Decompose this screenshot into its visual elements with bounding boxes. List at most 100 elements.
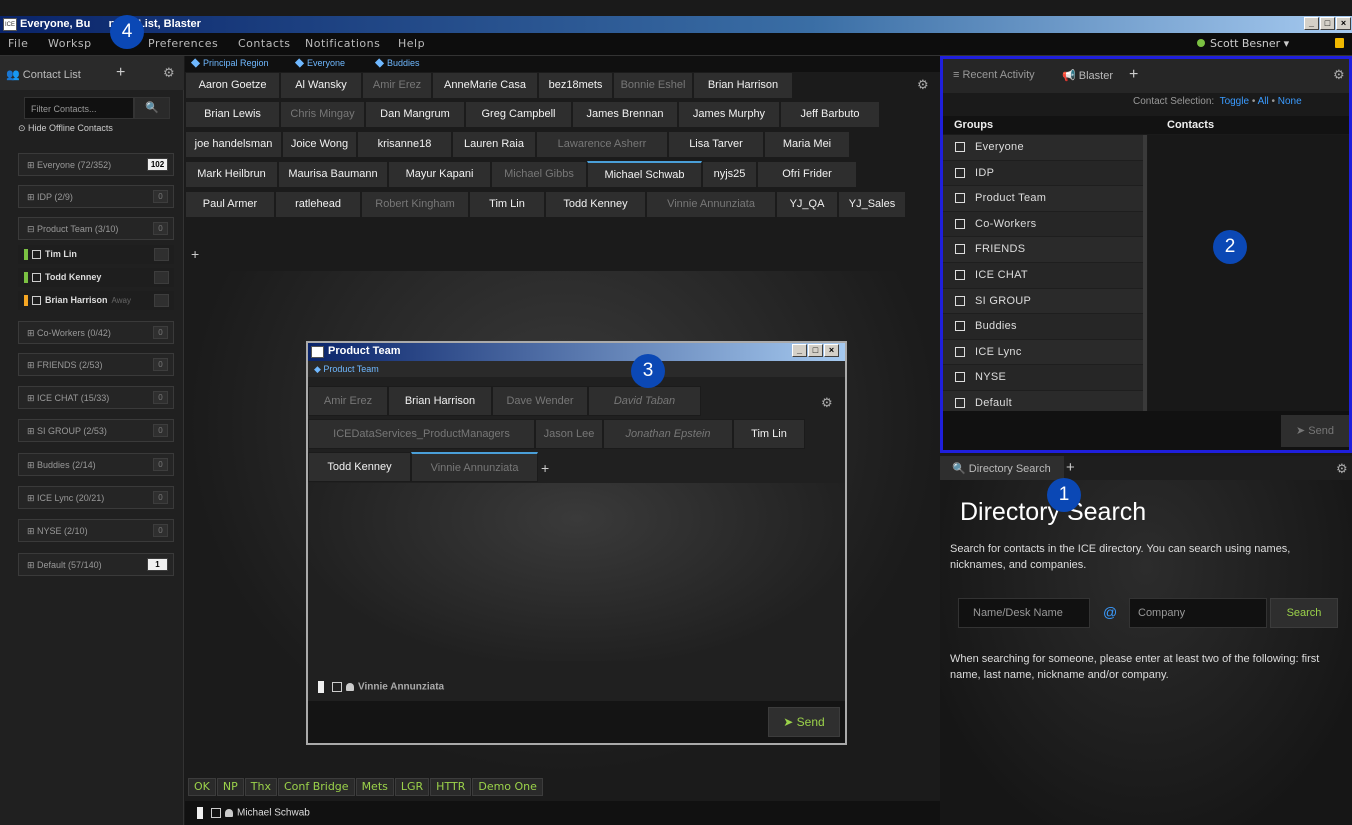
maximize-button[interactable]: □	[1320, 17, 1335, 30]
gear-icon[interactable]: ⚙	[163, 65, 175, 81]
contact-chip[interactable]: Brian Harrison	[388, 386, 492, 416]
group-checkbox-row[interactable]: Co-Workers	[943, 211, 1143, 238]
message-compose-area[interactable]: ➤ Send	[308, 701, 845, 743]
maximize-button[interactable]: □	[808, 344, 823, 357]
close-button[interactable]: ×	[1336, 17, 1351, 30]
quick-reply-button[interactable]: Conf Bridge	[277, 778, 355, 796]
group-checkbox-row[interactable]: Everyone	[943, 135, 1143, 161]
filter-contacts-input[interactable]: Filter Contacts...	[24, 97, 134, 119]
contact-chip[interactable]: Aaron Goetze	[185, 72, 280, 99]
contact-chip[interactable]: Tim Lin	[733, 419, 805, 449]
gear-icon[interactable]: ⚙	[1333, 67, 1345, 83]
contact-chip[interactable]: Paul Armer	[185, 191, 275, 218]
contact-chip[interactable]: Lawarence Asherr	[536, 131, 668, 158]
quick-reply-button[interactable]: OK	[188, 778, 216, 796]
user-menu[interactable]: Scott Besner ▾	[1197, 37, 1289, 50]
group-checkbox-row[interactable]: FRIENDS	[943, 237, 1143, 263]
contact-chip[interactable]: Maurisa Baumann	[278, 161, 388, 188]
checkbox[interactable]	[955, 218, 965, 229]
product-team-title-bar[interactable]: Product Team _ □ ×	[308, 343, 845, 361]
group-nyse[interactable]: ⊞ NYSE (2/10) 0	[18, 519, 174, 542]
group-member[interactable]: Tim Lin	[18, 245, 174, 264]
checkbox[interactable]	[955, 346, 965, 357]
window-title-bar[interactable]: ICE Everyone, Bu ntact List, Blaster _ □…	[0, 16, 1352, 33]
contact-chip[interactable]: Lisa Tarver	[668, 131, 764, 158]
group-checkbox-row[interactable]: Default	[943, 390, 1143, 411]
close-button[interactable]: ×	[824, 344, 839, 357]
contact-chip[interactable]: Bonnie Eshel	[613, 72, 693, 99]
contact-chip[interactable]: Ofri Frider	[757, 161, 857, 188]
contact-chip[interactable]: Lauren Raia	[452, 131, 536, 158]
contact-chip[interactable]: Dave Wender	[492, 386, 588, 416]
gear-icon[interactable]: ⚙	[1336, 461, 1348, 477]
checkbox[interactable]	[955, 193, 965, 204]
checkbox[interactable]	[955, 270, 965, 281]
product-team-tab[interactable]: ◆ Product Team	[308, 361, 845, 377]
name-desk-input[interactable]: Name/Desk Name	[958, 598, 1090, 628]
lock-icon[interactable]	[1335, 38, 1344, 48]
group-checkbox-row[interactable]: Buddies	[943, 314, 1143, 340]
group-checkbox-row[interactable]: NYSE	[943, 365, 1143, 391]
contact-chip[interactable]: Todd Kenney	[308, 452, 411, 482]
group-member[interactable]: Todd Kenney	[18, 268, 174, 287]
contact-chip[interactable]: Amir Erez	[362, 72, 432, 99]
select-none-link[interactable]: None	[1278, 96, 1302, 107]
contact-chip[interactable]: Al Wansky	[280, 72, 362, 99]
contact-chip[interactable]: Jonathan Epstein	[603, 419, 733, 449]
groups-scrollbar[interactable]	[1143, 135, 1147, 411]
quick-reply-button[interactable]: Demo One	[472, 778, 543, 796]
add-tab-icon[interactable]: +	[1129, 66, 1138, 84]
contact-chip[interactable]: joe handelsman	[185, 131, 282, 158]
menu-contacts[interactable]: Contacts	[238, 37, 291, 50]
checkbox[interactable]	[955, 295, 965, 306]
group-idp[interactable]: ⊞ IDP (2/9) 0	[18, 185, 174, 208]
company-input[interactable]: Company	[1129, 598, 1267, 628]
contact-chip[interactable]: Tim Lin	[469, 191, 545, 218]
checkbox[interactable]	[955, 398, 965, 409]
checkbox[interactable]	[955, 142, 965, 153]
contact-chip[interactable]: Michael Schwab	[587, 161, 702, 188]
group-checkbox-row[interactable]: ICE CHAT	[943, 262, 1143, 289]
contact-chip[interactable]: nyjs25	[702, 161, 757, 188]
add-contact-icon[interactable]: +	[541, 460, 549, 476]
contact-chip[interactable]: Vinnie Annunziata	[411, 452, 538, 482]
search-button[interactable]: Search	[1270, 598, 1338, 628]
tab-buddies[interactable]: Buddies	[374, 58, 420, 68]
contact-chip[interactable]: ratlehead	[275, 191, 361, 218]
contact-chip[interactable]: Joice Wong	[282, 131, 357, 158]
contact-chip[interactable]: YJ_QA	[776, 191, 838, 218]
quick-reply-button[interactable]: Mets	[355, 778, 394, 796]
contact-chip[interactable]: bez18mets	[538, 72, 613, 99]
contact-chip[interactable]: Amir Erez	[308, 386, 388, 416]
group-friends[interactable]: ⊞ FRIENDS (2/53) 0	[18, 353, 174, 376]
contact-chip[interactable]: Mark Heilbrun	[185, 161, 278, 188]
contact-chip[interactable]: Dan Mangrum	[365, 101, 465, 128]
contact-chip[interactable]: Mayur Kapani	[388, 161, 491, 188]
group-ice-chat[interactable]: ⊞ ICE CHAT (15/33) 0	[18, 386, 174, 409]
add-contact-icon[interactable]: +	[191, 246, 199, 262]
add-tab-icon[interactable]: +	[1066, 459, 1075, 476]
select-all-link[interactable]: All	[1258, 96, 1269, 107]
gear-icon[interactable]: ⚙	[821, 395, 833, 411]
minimize-button[interactable]: _	[1304, 17, 1319, 30]
checkbox[interactable]	[955, 372, 965, 383]
group-checkbox-row[interactable]: Product Team	[943, 186, 1143, 212]
quick-reply-button[interactable]: LGR	[394, 778, 430, 796]
contact-chip[interactable]: Chris Mingay	[280, 101, 365, 128]
quick-reply-button[interactable]: Thx	[244, 778, 277, 796]
add-tab-icon[interactable]: +	[116, 64, 125, 82]
checkbox[interactable]	[955, 167, 965, 178]
send-button[interactable]: ➤ Send	[1281, 415, 1349, 447]
checkbox[interactable]	[955, 244, 965, 255]
contact-chip[interactable]: Jason Lee	[535, 419, 603, 449]
quick-reply-button[interactable]: NP	[216, 778, 244, 796]
menu-preferences[interactable]: Preferences	[148, 37, 218, 50]
contact-chip[interactable]: Robert Kingham	[361, 191, 469, 218]
tab-blaster[interactable]: 📢 Blaster	[1062, 69, 1113, 82]
contact-chip[interactable]: Jeff Barbuto	[780, 101, 880, 128]
gear-icon[interactable]: ⚙	[917, 77, 929, 93]
group-checkbox-row[interactable]: SI GROUP	[943, 288, 1143, 315]
send-button[interactable]: ➤ Send	[768, 707, 840, 737]
group-checkbox-row[interactable]: IDP	[943, 160, 1143, 187]
group-default[interactable]: ⊞ Default (57/140) 1	[18, 553, 174, 576]
